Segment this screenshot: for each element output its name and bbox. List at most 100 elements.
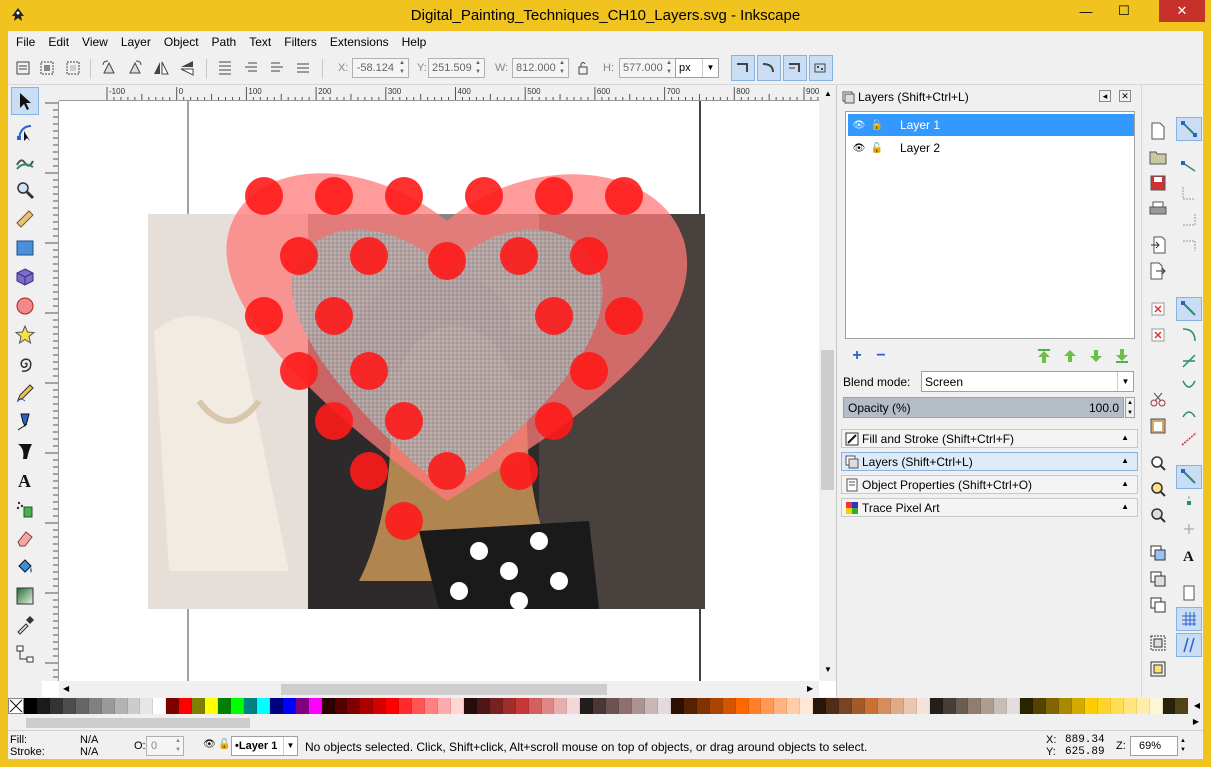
color-swatch[interactable] bbox=[541, 698, 555, 714]
fill-value[interactable]: N/A bbox=[80, 734, 98, 746]
opacity-slider[interactable]: Opacity (%) 100.0 bbox=[843, 397, 1124, 418]
add-layer-button[interactable]: + bbox=[847, 347, 867, 365]
flip-vertical-icon[interactable] bbox=[178, 59, 196, 77]
spiral-tool[interactable] bbox=[11, 350, 39, 378]
color-swatch[interactable] bbox=[683, 698, 697, 714]
color-swatch[interactable] bbox=[632, 698, 645, 714]
spray-tool[interactable] bbox=[11, 495, 39, 523]
redo-icon[interactable] bbox=[1148, 325, 1168, 345]
spin-arrows[interactable]: ▲ ▼ bbox=[664, 59, 674, 77]
color-swatch[interactable] bbox=[761, 698, 775, 714]
raise-layer-icon[interactable] bbox=[1061, 347, 1079, 365]
eraser-tool[interactable] bbox=[11, 524, 39, 552]
color-swatch[interactable] bbox=[942, 698, 956, 714]
color-swatch[interactable] bbox=[269, 698, 283, 714]
color-swatch[interactable] bbox=[567, 698, 581, 714]
color-swatch[interactable] bbox=[1175, 698, 1189, 714]
color-swatch[interactable] bbox=[334, 698, 348, 714]
paste-icon[interactable] bbox=[1148, 415, 1168, 435]
menu-filters[interactable]: Filters bbox=[276, 35, 322, 49]
snap-guides-toggle[interactable] bbox=[1176, 633, 1202, 657]
layer-row-2[interactable]: 👁 🔓 Layer 2 bbox=[848, 137, 1134, 159]
color-swatch[interactable] bbox=[1046, 698, 1059, 714]
text-tool[interactable]: A bbox=[11, 466, 39, 494]
color-swatch[interactable] bbox=[994, 698, 1008, 714]
node-tool[interactable] bbox=[11, 118, 39, 146]
color-swatch[interactable] bbox=[580, 698, 594, 714]
palette-menu-icon[interactable]: ◀ bbox=[1191, 697, 1203, 715]
color-swatch[interactable] bbox=[1071, 698, 1085, 714]
snap-bbox-corners-icon[interactable] bbox=[1176, 207, 1202, 231]
select-all-icon[interactable] bbox=[14, 59, 32, 77]
star-tool[interactable] bbox=[11, 321, 39, 349]
dropper-tool[interactable] bbox=[11, 611, 39, 639]
clone-icon[interactable] bbox=[1148, 569, 1168, 589]
menu-edit[interactable]: Edit bbox=[40, 35, 74, 49]
spin-arrows[interactable]: ▲ ▼ bbox=[557, 59, 567, 77]
color-swatch[interactable] bbox=[24, 698, 37, 714]
horizontal-scrollbar[interactable]: ◀ ▶ bbox=[59, 681, 819, 697]
color-swatch[interactable] bbox=[1097, 698, 1111, 714]
color-swatch[interactable] bbox=[476, 698, 490, 714]
horizontal-scroll-thumb[interactable] bbox=[281, 684, 607, 695]
eye-icon[interactable]: 👁 bbox=[852, 120, 866, 131]
raise-layer-to-top-icon[interactable] bbox=[1035, 347, 1053, 365]
color-swatch[interactable] bbox=[360, 698, 374, 714]
color-swatch[interactable] bbox=[412, 698, 426, 714]
color-swatch[interactable] bbox=[903, 698, 917, 714]
color-swatch[interactable] bbox=[916, 698, 930, 714]
color-swatch[interactable] bbox=[489, 698, 503, 714]
lower-to-bottom-icon[interactable] bbox=[294, 59, 312, 77]
color-swatch[interactable] bbox=[282, 698, 296, 714]
menu-object[interactable]: Object bbox=[156, 35, 204, 49]
color-swatch[interactable] bbox=[515, 698, 529, 714]
pen-tool[interactable] bbox=[11, 408, 39, 436]
height-field[interactable]: 577.000 ▲ ▼ bbox=[619, 58, 676, 78]
snap-bbox-icon[interactable] bbox=[1176, 155, 1202, 179]
color-swatch[interactable] bbox=[709, 698, 723, 714]
dock-object-properties[interactable]: Object Properties (Shift+Ctrl+O) ▲ bbox=[841, 475, 1138, 494]
3d-box-tool[interactable] bbox=[11, 263, 39, 291]
color-swatch[interactable] bbox=[231, 698, 244, 714]
color-swatch[interactable] bbox=[813, 698, 827, 714]
color-swatch[interactable] bbox=[166, 698, 180, 714]
lower-layer-icon[interactable] bbox=[1087, 347, 1105, 365]
open-document-icon[interactable] bbox=[1148, 147, 1168, 167]
color-swatch[interactable] bbox=[140, 698, 154, 714]
print-icon[interactable] bbox=[1148, 199, 1168, 219]
color-swatch[interactable] bbox=[774, 698, 788, 714]
scroll-left-icon[interactable]: ◀ bbox=[63, 684, 69, 693]
stroke-value[interactable]: N/A bbox=[80, 746, 98, 758]
export-icon[interactable] bbox=[1148, 261, 1168, 281]
color-swatch[interactable] bbox=[890, 698, 904, 714]
dock-trace-pixel-art[interactable]: Trace Pixel Art ▲ bbox=[841, 498, 1138, 517]
color-swatch[interactable] bbox=[425, 698, 438, 714]
width-field[interactable]: 812.000 ▲ ▼ bbox=[512, 58, 569, 78]
vertical-ruler[interactable] bbox=[42, 101, 59, 681]
lock-ratio-icon[interactable] bbox=[576, 60, 590, 76]
duplicate-icon[interactable] bbox=[1148, 543, 1168, 563]
snap-grid-toggle[interactable] bbox=[1176, 607, 1202, 631]
snap-paths-icon[interactable] bbox=[1176, 323, 1202, 347]
color-swatch[interactable] bbox=[877, 698, 891, 714]
color-swatch[interactable] bbox=[826, 698, 840, 714]
scroll-up-icon[interactable]: ▲ bbox=[824, 89, 832, 98]
scroll-down-icon[interactable]: ▼ bbox=[824, 665, 832, 674]
eye-icon[interactable]: 👁 bbox=[852, 143, 866, 154]
color-swatch[interactable] bbox=[619, 698, 633, 714]
minimize-button[interactable]: — bbox=[1072, 0, 1100, 22]
scroll-right-icon[interactable]: ▶ bbox=[807, 684, 813, 693]
snap-smooth-icon[interactable] bbox=[1176, 401, 1202, 425]
title-bar[interactable]: Digital_Painting_Techniques_CH10_Layers.… bbox=[0, 0, 1211, 31]
no-paint-swatch[interactable] bbox=[8, 698, 24, 714]
tweak-tool[interactable] bbox=[11, 147, 39, 175]
zoom-selection-icon[interactable] bbox=[1148, 453, 1168, 473]
color-swatch[interactable] bbox=[101, 698, 115, 714]
color-swatch[interactable] bbox=[114, 698, 128, 714]
zoom-drawing-icon[interactable] bbox=[1148, 479, 1168, 499]
color-swatch[interactable] bbox=[1162, 698, 1176, 714]
menu-path[interactable]: Path bbox=[204, 35, 242, 49]
color-swatch[interactable] bbox=[502, 698, 516, 714]
bucket-tool[interactable] bbox=[11, 553, 39, 581]
ungroup-icon[interactable] bbox=[1148, 659, 1168, 679]
